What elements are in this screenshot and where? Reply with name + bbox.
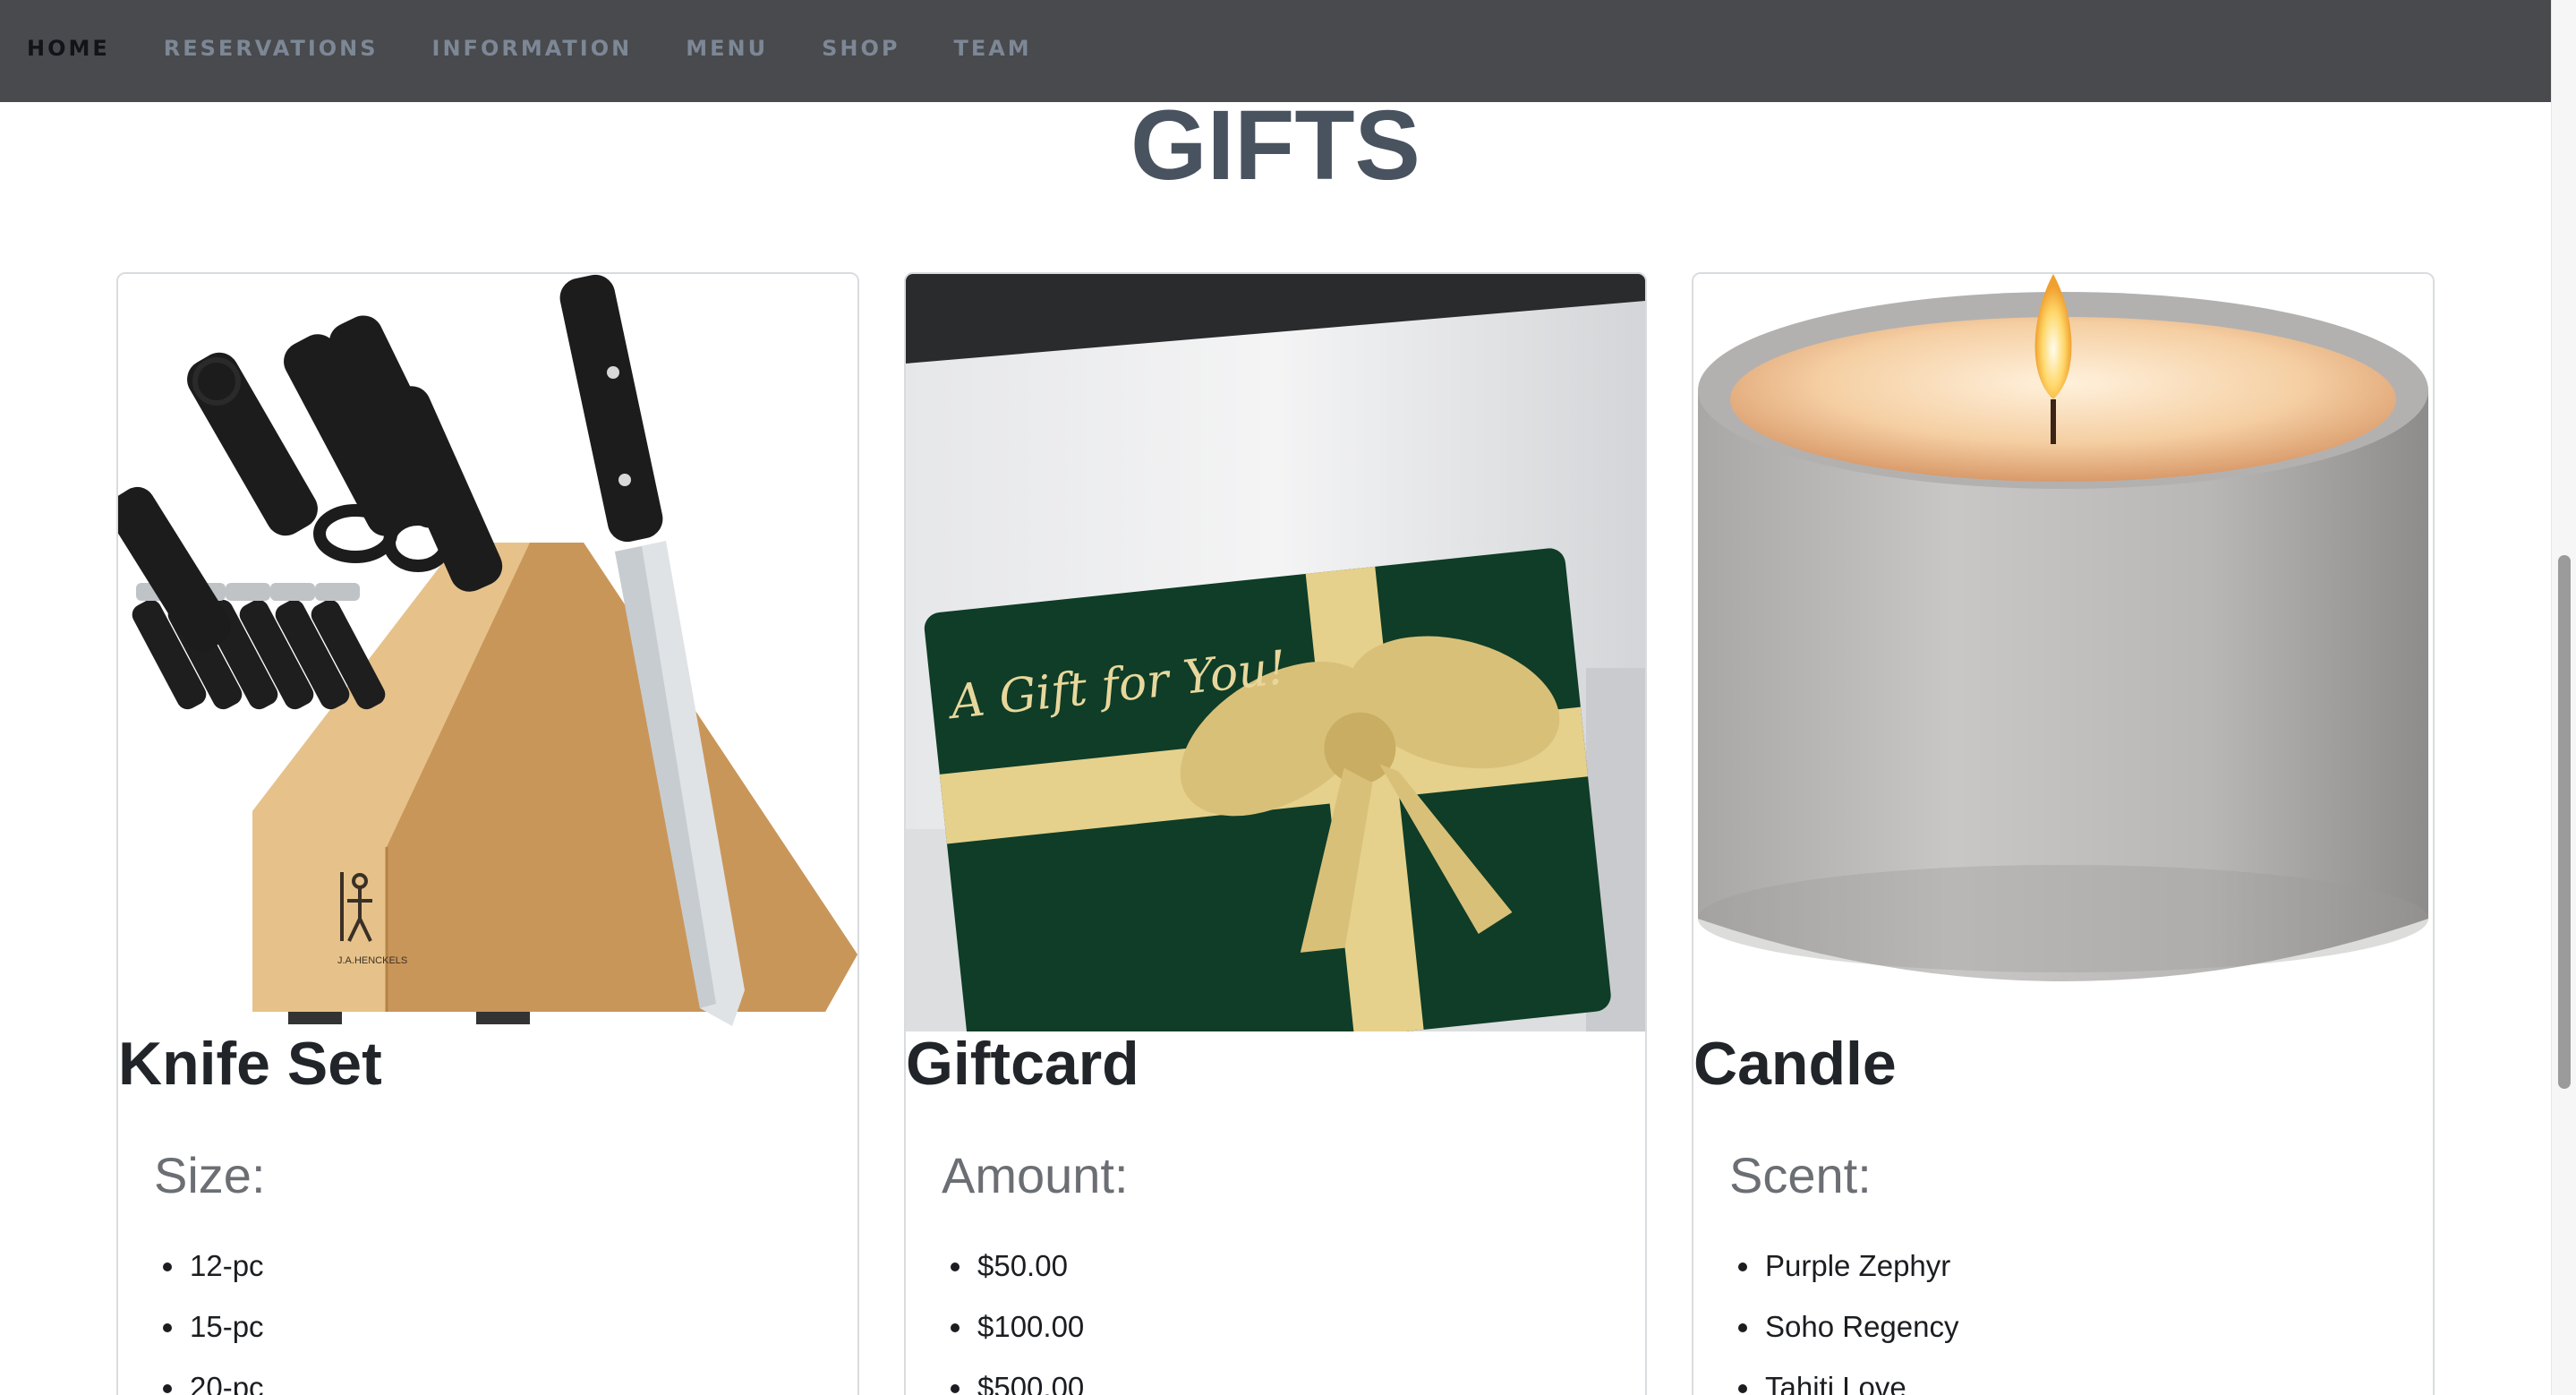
nav-information[interactable]: INFORMATION	[432, 36, 633, 61]
top-navbar: HOME RESERVATIONS INFORMATION MENU SHOP …	[0, 0, 2551, 102]
nav-team[interactable]: TEAM	[953, 36, 1031, 61]
list-item[interactable]: $500.00	[942, 1357, 1084, 1395]
giftcard-image: A Gift for You!	[906, 274, 1645, 1031]
option-label: Size:	[154, 1147, 266, 1203]
page-title: GIFTS	[1130, 90, 1420, 201]
card-title: Knife Set	[118, 1030, 382, 1098]
card-title: Candle	[1693, 1030, 1897, 1098]
product-card-knife-set: J.A.HENCKELS Knife Set Size: 12-pc 15-pc…	[116, 272, 859, 1395]
list-item[interactable]: $50.00	[942, 1236, 1084, 1297]
card-title: Giftcard	[906, 1030, 1139, 1098]
list-item[interactable]: Soho Regency	[1729, 1297, 1958, 1357]
amount-options: $50.00 $100.00 $500.00	[942, 1236, 1084, 1395]
option-label: Amount:	[942, 1147, 1129, 1203]
svg-text:J.A.HENCKELS: J.A.HENCKELS	[337, 955, 407, 966]
list-item[interactable]: 15-pc	[154, 1297, 264, 1357]
option-label: Scent:	[1729, 1147, 1872, 1203]
list-item[interactable]: Purple Zephyr	[1729, 1236, 1958, 1297]
nav-home[interactable]: HOME	[27, 36, 110, 61]
product-card-candle: Candle Scent: Purple Zephyr Soho Regency…	[1692, 272, 2435, 1395]
nav-shop[interactable]: SHOP	[822, 36, 900, 61]
candle-image	[1693, 274, 2433, 1031]
list-item[interactable]: Tahiti Love	[1729, 1357, 1958, 1395]
product-card-giftcard: A Gift for You! Giftcard Amount: $50.00 …	[904, 272, 1647, 1395]
scent-options: Purple Zephyr Soho Regency Tahiti Love	[1729, 1236, 1958, 1395]
nav-menu[interactable]: MENU	[686, 36, 768, 61]
scrollbar-thumb[interactable]	[2558, 555, 2571, 1089]
nav-reservations[interactable]: RESERVATIONS	[164, 36, 379, 61]
knife-set-image: J.A.HENCKELS	[118, 274, 857, 1031]
list-item[interactable]: 12-pc	[154, 1236, 264, 1297]
size-options: 12-pc 15-pc 20-pc	[154, 1236, 264, 1395]
list-item[interactable]: 20-pc	[154, 1357, 264, 1395]
list-item[interactable]: $100.00	[942, 1297, 1084, 1357]
